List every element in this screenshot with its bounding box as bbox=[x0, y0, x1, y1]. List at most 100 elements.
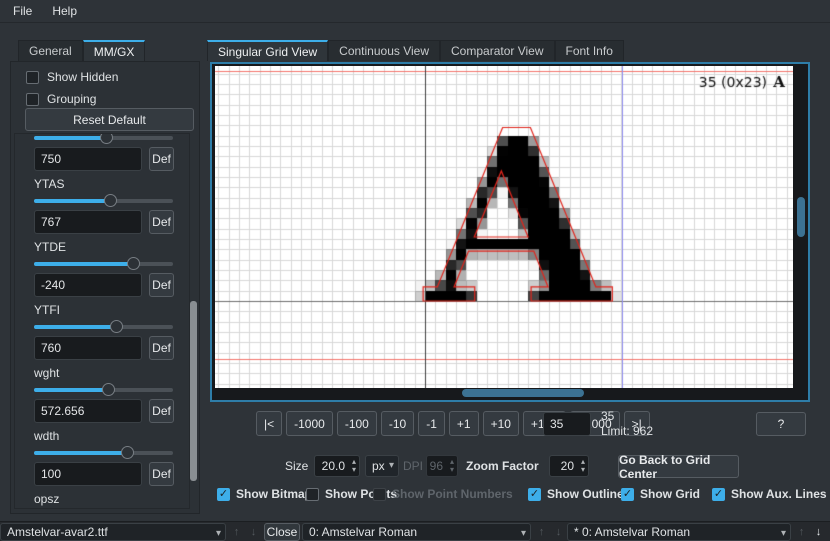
axis-def-button[interactable]: Def bbox=[149, 462, 174, 486]
zoom-factor-spinner[interactable]: 20 ▴▾ bbox=[549, 455, 589, 477]
nav-plus-10-button[interactable]: +10 bbox=[483, 411, 519, 436]
spin-arrows-icon[interactable]: ▴▾ bbox=[352, 458, 356, 474]
nav-minus-100-button[interactable]: -100 bbox=[337, 411, 377, 436]
go-back-to-grid-center-button[interactable]: Go Back to Grid Center bbox=[618, 455, 739, 478]
reset-default-button[interactable]: Reset Default bbox=[25, 108, 194, 131]
face-left-down-button[interactable]: ↓ bbox=[551, 524, 566, 540]
slider-handle[interactable] bbox=[110, 320, 123, 333]
face-left-value: 0: Amstelvar Roman bbox=[309, 525, 417, 539]
menu-file[interactable]: File bbox=[4, 1, 41, 21]
canvas-vertical-scrollbar bbox=[796, 68, 806, 394]
checkbox[interactable]: ✓ bbox=[306, 488, 319, 501]
axis-value-input[interactable]: 100 bbox=[34, 462, 142, 486]
grouping-checkbox[interactable]: ✓ bbox=[26, 93, 39, 106]
size-spinner[interactable]: 20.0 ▴▾ bbox=[314, 455, 360, 477]
toggle-show-aux-lines: ✓ Show Aux. Lines bbox=[712, 487, 827, 501]
slider-fill bbox=[34, 325, 116, 329]
axis-name-label: wght bbox=[34, 366, 185, 381]
face-right-down-button[interactable]: ↓ bbox=[811, 524, 826, 540]
toggle-show-outlines: ✓ Show Outlines bbox=[528, 487, 630, 501]
horizontal-scroll-handle[interactable] bbox=[462, 389, 584, 397]
axis-value-input[interactable]: 572.656 bbox=[34, 399, 142, 423]
tab-singular-grid-view[interactable]: Singular Grid View bbox=[207, 40, 328, 61]
axes-scrollbar-handle[interactable] bbox=[190, 301, 197, 481]
axis-def-button[interactable]: Def bbox=[149, 147, 174, 171]
close-button[interactable]: Close bbox=[264, 523, 300, 541]
face-dropdown-right[interactable]: * 0: Amstelvar Roman ▾ bbox=[567, 523, 791, 541]
spin-arrows-icon[interactable]: ▴▾ bbox=[581, 458, 585, 474]
toggle-show-point-numbers: ✓ Show Point Numbers bbox=[373, 487, 513, 501]
dpi-spinner: 96 ▴▾ bbox=[426, 455, 458, 477]
nav-plus-1-button[interactable]: +1 bbox=[449, 411, 479, 436]
check-icon: ✓ bbox=[623, 489, 632, 500]
axis-value-input[interactable]: 750 bbox=[34, 147, 142, 171]
tab-font-info[interactable]: Font Info bbox=[555, 40, 624, 61]
axis-slider[interactable] bbox=[34, 257, 173, 269]
size-label: Size bbox=[285, 459, 308, 473]
font-up-button[interactable]: ↑ bbox=[229, 524, 244, 540]
axis-slider[interactable] bbox=[34, 320, 173, 332]
axis-def-button[interactable]: Def bbox=[149, 336, 174, 360]
checkbox[interactable]: ✓ bbox=[712, 488, 725, 501]
tab-continuous-view[interactable]: Continuous View bbox=[328, 40, 440, 61]
axis-row: wdth 100 Def bbox=[15, 427, 189, 490]
slider-handle[interactable] bbox=[104, 194, 117, 207]
chevron-down-icon: ▾ bbox=[521, 528, 526, 539]
show-hidden-checkbox[interactable]: ✓ bbox=[26, 71, 39, 84]
slider-fill bbox=[34, 388, 108, 392]
tab-general[interactable]: General bbox=[18, 40, 83, 61]
vertical-scroll-handle[interactable] bbox=[797, 197, 805, 237]
axis-value-input[interactable]: 767 bbox=[34, 210, 142, 234]
nav-minus-10-button[interactable]: -10 bbox=[381, 411, 414, 436]
slider-handle[interactable] bbox=[127, 257, 140, 270]
slider-fill bbox=[34, 136, 106, 140]
nav-minus-1-button[interactable]: -1 bbox=[418, 411, 445, 436]
axis-slider[interactable] bbox=[34, 383, 173, 395]
axis-def-button[interactable]: Def bbox=[149, 273, 174, 297]
axis-def-button[interactable]: Def bbox=[149, 399, 174, 423]
face-right-up-button[interactable]: ↑ bbox=[794, 524, 809, 540]
nav-first-button[interactable]: |< bbox=[256, 411, 282, 436]
tab-comparator-view[interactable]: Comparator View bbox=[440, 40, 554, 61]
zoom-factor-value: 20 bbox=[561, 459, 574, 473]
glyph-canvas[interactable] bbox=[215, 66, 793, 388]
nav-minus-1000-button[interactable]: -1000 bbox=[286, 411, 333, 436]
slider-handle[interactable] bbox=[100, 133, 113, 144]
font-down-button[interactable]: ↓ bbox=[246, 524, 261, 540]
axis-slider[interactable] bbox=[34, 194, 173, 206]
tab-mmgx[interactable]: MM/GX bbox=[83, 40, 146, 61]
toggle-label: Show Grid bbox=[640, 487, 700, 501]
slider-handle[interactable] bbox=[102, 383, 115, 396]
face-left-up-button[interactable]: ↑ bbox=[534, 524, 549, 540]
axis-name-label: YTAS bbox=[34, 177, 185, 192]
sidebar-tab-bar: General MM/GX bbox=[18, 40, 145, 61]
axis-row: YTDE -240 Def bbox=[15, 238, 189, 301]
axis-name-label: YTFI bbox=[34, 303, 185, 318]
toggle-show-grid: ✓ Show Grid bbox=[621, 487, 700, 501]
axis-value-input[interactable]: -240 bbox=[34, 273, 142, 297]
axis-row: 750 Def bbox=[15, 133, 189, 175]
glyph-limit-info: 35 Limit: 962 bbox=[601, 409, 653, 439]
help-button[interactable]: ? bbox=[756, 412, 806, 436]
axis-slider[interactable] bbox=[34, 446, 173, 458]
menu-help[interactable]: Help bbox=[43, 1, 86, 21]
axis-slider[interactable] bbox=[34, 133, 173, 143]
spin-arrows-icon: ▴▾ bbox=[450, 458, 454, 474]
face-dropdown-left[interactable]: 0: Amstelvar Roman ▾ bbox=[302, 523, 531, 541]
glyph-index-text: 35 bbox=[601, 409, 653, 424]
slider-handle[interactable] bbox=[121, 446, 134, 459]
grouping-label: Grouping bbox=[47, 92, 96, 106]
toggle-label: Show Aux. Lines bbox=[731, 487, 827, 501]
checkbox[interactable]: ✓ bbox=[528, 488, 541, 501]
glyph-index-input[interactable]: 35 bbox=[543, 412, 591, 436]
axis-name-label: YTDE bbox=[34, 240, 185, 255]
font-file-dropdown[interactable]: Amstelvar-avar2.ttf ▾ bbox=[0, 523, 226, 541]
font-file-value: Amstelvar-avar2.ttf bbox=[7, 525, 108, 539]
check-icon: ✓ bbox=[714, 489, 723, 500]
axis-name-label: opsz bbox=[34, 492, 185, 507]
unit-dropdown[interactable]: px ▾ bbox=[365, 455, 399, 477]
checkbox[interactable]: ✓ bbox=[217, 488, 230, 501]
axis-value-input[interactable]: 760 bbox=[34, 336, 142, 360]
checkbox[interactable]: ✓ bbox=[621, 488, 634, 501]
axis-def-button[interactable]: Def bbox=[149, 210, 174, 234]
